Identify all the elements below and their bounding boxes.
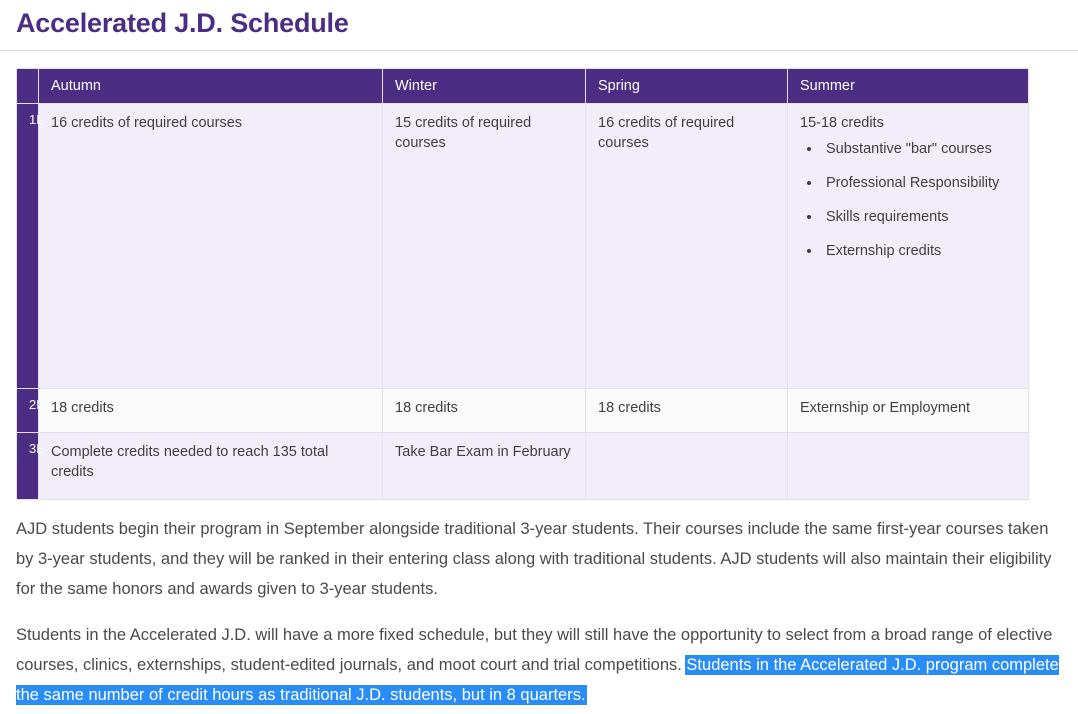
page-container: Accelerated J.D. Schedule Autumn Winter … <box>0 0 1078 714</box>
list-item: Skills requirements <box>822 207 1018 227</box>
row-header-1l: 1L <box>16 103 43 389</box>
cell-text: Externship or Employment <box>800 400 971 416</box>
table-row: 1L 16 credits of required courses 15 cre… <box>16 103 1029 389</box>
cell-text: 16 credits of required courses <box>51 115 243 131</box>
cell-2l-spring: 18 credits <box>585 388 788 433</box>
cell-1l-winter: 15 credits of required courses <box>382 103 586 389</box>
page-title: Accelerated J.D. Schedule <box>16 8 349 38</box>
row-header-3l: 3L <box>16 432 43 500</box>
cell-3l-winter: Take Bar Exam in February <box>382 432 586 500</box>
cell-2l-autumn: 18 credits <box>38 388 383 433</box>
table-corner-cell <box>16 68 39 104</box>
list-item: Professional Responsibility <box>822 173 1018 193</box>
cell-text: 18 credits <box>598 400 661 416</box>
cell-text: 15 credits of required courses <box>395 115 532 151</box>
cell-text: 18 credits <box>51 400 114 416</box>
cell-1l-spring: 16 credits of required courses <box>585 103 788 389</box>
cell-text: Take Bar Exam in February <box>395 444 571 460</box>
column-header-autumn: Autumn <box>38 68 383 104</box>
table-header-row: Autumn Winter Spring Summer <box>16 68 1029 104</box>
cell-text: 18 credits <box>395 400 458 416</box>
column-header-winter: Winter <box>382 68 586 104</box>
summer-requirements-list: Substantive "bar" courses Professional R… <box>800 139 1018 261</box>
paragraph-two: Students in the Accelerated J.D. will ha… <box>16 620 1062 710</box>
table-row: 3L Complete credits needed to reach 135 … <box>16 432 1029 500</box>
list-item: Externship credits <box>822 241 1018 261</box>
table-body: 1L 16 credits of required courses 15 cre… <box>16 103 1029 500</box>
body-copy: AJD students begin their program in Sept… <box>16 514 1062 710</box>
cell-3l-spring <box>585 432 788 500</box>
table-header: Autumn Winter Spring Summer <box>16 68 1029 104</box>
table-row: 2L 18 credits 18 credits 18 credits Exte… <box>16 388 1029 433</box>
cell-text: Complete credits needed to reach 135 tot… <box>51 444 329 480</box>
cell-2l-summer: Externship or Employment <box>787 388 1029 433</box>
row-header-2l: 2L <box>16 388 43 433</box>
column-header-spring: Spring <box>585 68 788 104</box>
list-item: Substantive "bar" courses <box>822 139 1018 159</box>
cell-text: 15-18 credits <box>800 115 884 131</box>
cell-1l-autumn: 16 credits of required courses <box>38 103 383 389</box>
schedule-table-wrapper: Autumn Winter Spring Summer 1L 16 credit… <box>16 68 1062 500</box>
column-header-summer: Summer <box>787 68 1029 104</box>
paragraph-one: AJD students begin their program in Sept… <box>16 520 1052 598</box>
cell-text: 16 credits of required courses <box>598 115 735 151</box>
cell-1l-summer: 15-18 credits Substantive "bar" courses … <box>787 103 1029 389</box>
cell-3l-summer <box>787 432 1029 500</box>
cell-2l-winter: 18 credits <box>382 388 586 433</box>
title-divider <box>0 50 1078 51</box>
accelerated-jd-schedule-table: Autumn Winter Spring Summer 1L 16 credit… <box>16 68 1029 500</box>
cell-3l-autumn: Complete credits needed to reach 135 tot… <box>38 432 383 500</box>
